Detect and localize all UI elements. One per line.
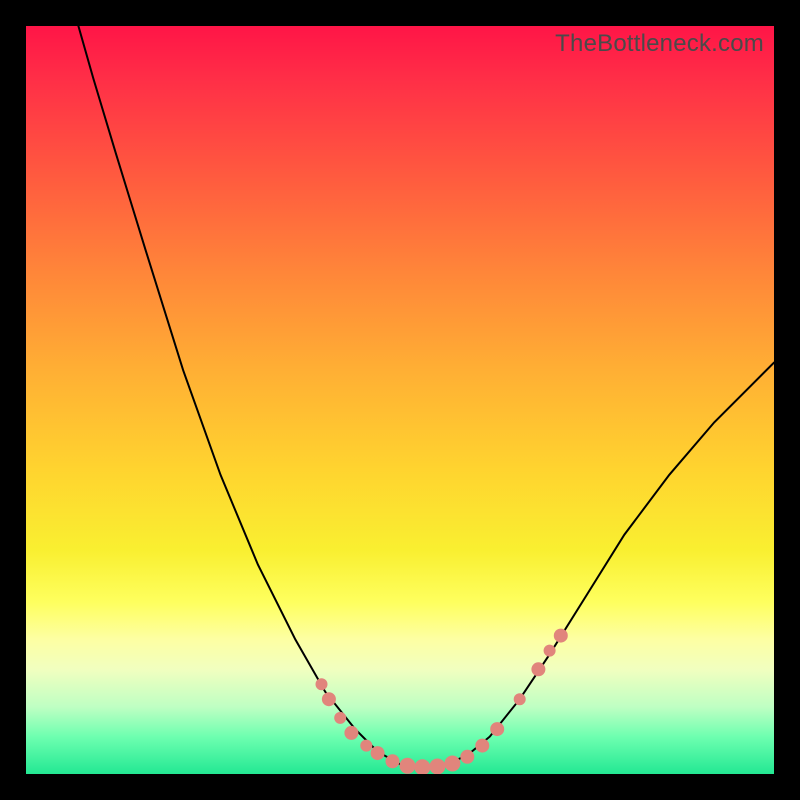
data-point [544, 645, 556, 657]
chart-overlay [26, 26, 774, 774]
scatter-points [316, 629, 568, 774]
data-point [429, 759, 445, 775]
chart-frame: TheBottleneck.com [0, 0, 800, 800]
data-point [460, 750, 474, 764]
data-point [490, 722, 504, 736]
data-point [371, 746, 385, 760]
data-point [386, 754, 400, 768]
data-point [344, 726, 358, 740]
data-point [414, 759, 430, 774]
data-point [475, 739, 489, 753]
data-point [444, 756, 460, 772]
data-point [531, 662, 545, 676]
bottleneck-curve [78, 26, 774, 768]
data-point [322, 692, 336, 706]
data-point [334, 712, 346, 724]
data-point [514, 693, 526, 705]
data-point [400, 758, 416, 774]
plot-area: TheBottleneck.com [26, 26, 774, 774]
data-point [554, 629, 568, 643]
data-point [360, 740, 372, 752]
data-point [316, 678, 328, 690]
